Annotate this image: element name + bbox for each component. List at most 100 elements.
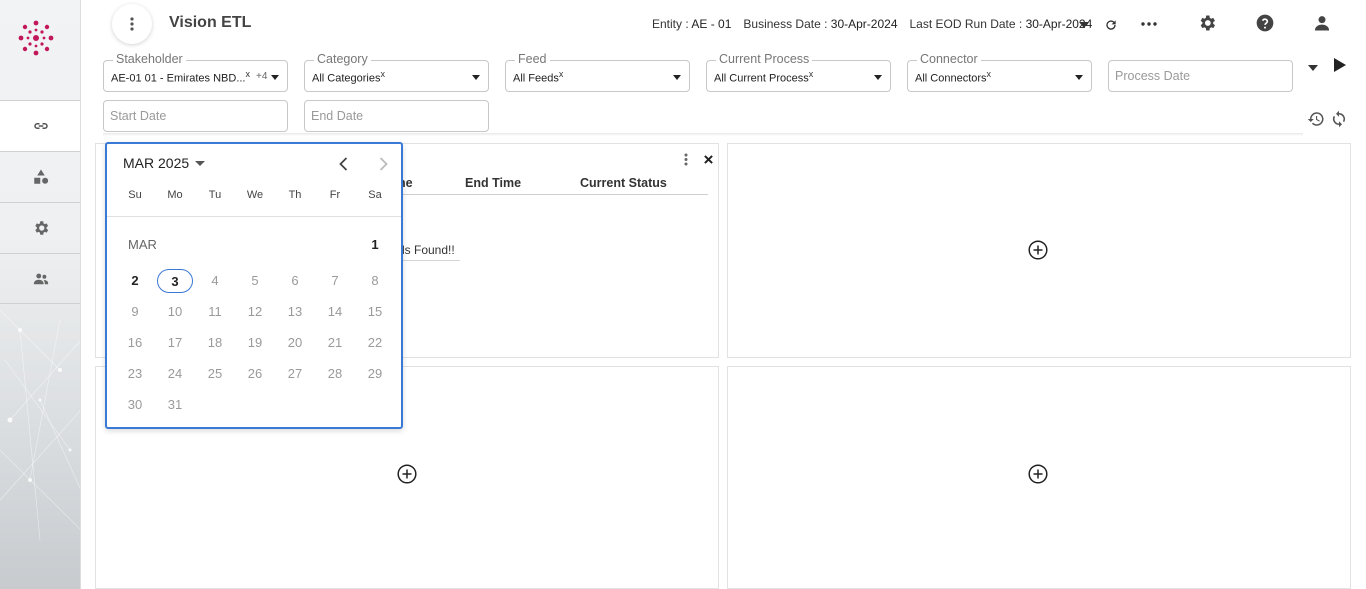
calendar-day-24[interactable]: 24 [157,362,193,386]
refresh-button[interactable] [1100,14,1122,36]
stakeholder-clear[interactable]: x [246,69,251,79]
calendar-day-13[interactable]: 13 [277,300,313,324]
calendar-day-11[interactable]: 11 [197,300,233,324]
calendar-day-7[interactable]: 7 [317,269,353,293]
start-date-placeholder: Start Date [110,109,167,123]
add-widget-button-3[interactable] [397,464,417,484]
add-widget-button-4[interactable] [1028,464,1048,484]
calendar-day-16[interactable]: 16 [117,331,153,355]
calendar-day-5[interactable]: 5 [237,269,273,293]
calendar-day-2[interactable]: 2 [117,269,153,293]
help-button[interactable] [1254,12,1276,34]
current-process-clear[interactable]: x [809,69,814,79]
calendar-day-1[interactable]: 1 [357,233,393,257]
calendar-day-8[interactable]: 8 [357,269,393,293]
more-vertical-icon [130,17,134,31]
calendar-day-9[interactable]: 9 [117,300,153,324]
calendar-day-6[interactable]: 6 [277,269,313,293]
sidebar-item-settings[interactable] [0,202,80,253]
calendar-previous-button[interactable] [333,154,353,174]
calendar-day-29[interactable]: 29 [357,362,393,386]
caret-down-icon [1308,65,1318,71]
calendar-day-31[interactable]: 31 [157,393,193,417]
calendar-day-17[interactable]: 17 [157,331,193,355]
more-filters-toggle[interactable] [1302,57,1324,79]
weekday-th: Th [288,189,302,201]
entity-info[interactable]: Entity : AE - 01 [652,17,731,31]
current-process-select[interactable]: Current Process All Current Processx [706,52,891,92]
sidebar-item-shapes[interactable] [0,151,80,202]
sidebar-item-link[interactable] [0,100,80,151]
connector-caret-icon [1075,75,1083,80]
current-process-caret-icon [874,75,882,80]
calendar-day-26[interactable]: 26 [237,362,273,386]
process-date-input[interactable]: Process Date [1108,60,1293,92]
calendar-day-19[interactable]: 19 [237,331,273,355]
connector-select[interactable]: Connector All Connectorsx [907,52,1092,92]
calendar-divider [107,216,401,217]
calendar-next-button[interactable] [373,154,393,174]
chevron-left-icon [338,157,347,171]
sync-button[interactable] [1328,108,1350,130]
calendar-day-21[interactable]: 21 [317,331,353,355]
feed-clear[interactable]: x [559,69,564,79]
calendar-day-22[interactable]: 22 [357,331,393,355]
calendar-day-4[interactable]: 4 [197,269,233,293]
start-date-input[interactable]: Start Date [103,100,288,132]
calendar-day-25[interactable]: 25 [197,362,233,386]
category-caret-icon [472,75,480,80]
calendar-period-label: MAR 2025 [123,155,190,171]
end-date-placeholder: End Date [311,109,364,123]
history-button[interactable] [1305,108,1327,130]
sidebar-item-users[interactable] [0,253,80,304]
entity-dropdown-button[interactable] [1073,14,1095,36]
calendar-day-23[interactable]: 23 [117,362,153,386]
settings-button[interactable] [1196,12,1218,34]
apply-filters-button[interactable] [1329,54,1351,76]
header-context-info: Entity : AE - 01 Business Date : 30-Apr-… [652,17,1092,31]
calendar-day-20[interactable]: 20 [277,331,313,355]
stakeholder-select[interactable]: Stakeholder AE-01 01 - Emirates NBD...x … [103,52,288,92]
weekday-we: We [246,189,264,201]
business-date-value: 30-Apr-2024 [830,17,898,31]
category-select[interactable]: Category All Categoriesx [304,52,489,92]
widget1-header-divider [398,194,708,195]
help-icon [1256,14,1274,32]
entity-value: AE - 01 [691,17,732,31]
category-clear[interactable]: x [380,69,385,79]
calendar-day-14[interactable]: 14 [317,300,353,324]
history-icon [1307,112,1324,126]
widget1-column-end-time: End Time [465,176,522,190]
calendar-day-10[interactable]: 10 [157,300,193,324]
link-icon [33,123,48,129]
current-process-label: Current Process [716,52,813,66]
connector-clear[interactable]: x [987,69,992,79]
more-options-button[interactable] [1138,13,1160,35]
feed-select[interactable]: Feed All Feedsx [505,52,690,92]
add-widget-button-2[interactable] [1028,240,1048,260]
calendar-day-15[interactable]: 15 [357,300,393,324]
calendar-period-button[interactable]: MAR 2025 [123,155,206,171]
widget1-close-button[interactable] [698,149,718,169]
calendar-day-3[interactable]: 3 [157,269,193,293]
app-title: Vision ETL [169,14,252,31]
widget1-menu-button[interactable] [676,149,696,169]
calendar-day-12[interactable]: 12 [237,300,273,324]
calendar-day-18[interactable]: 18 [197,331,233,355]
category-label: Category [314,52,371,66]
connector-label: Connector [917,52,981,66]
stakeholder-label: Stakeholder [113,52,186,66]
end-date-input[interactable]: End Date [304,100,489,132]
weekday-sa: Sa [368,189,382,201]
calendar-day-30[interactable]: 30 [117,393,153,417]
user-profile-button[interactable] [1311,12,1333,34]
stakeholder-value-text: AE-01 01 - Emirates NBD... [111,72,246,85]
date-picker-popup: MAR 2025 Su Mo Tu We Th Fr Sa MAR 123456… [105,142,403,429]
chevron-right-icon [379,157,388,171]
more-vertical-icon [684,153,688,165]
calendar-day-27[interactable]: 27 [277,362,313,386]
main-menu-button[interactable] [112,4,152,44]
calendar-day-28[interactable]: 28 [317,362,353,386]
connector-value: All Connectorsx [915,69,991,85]
network-background-graphic [0,309,80,541]
